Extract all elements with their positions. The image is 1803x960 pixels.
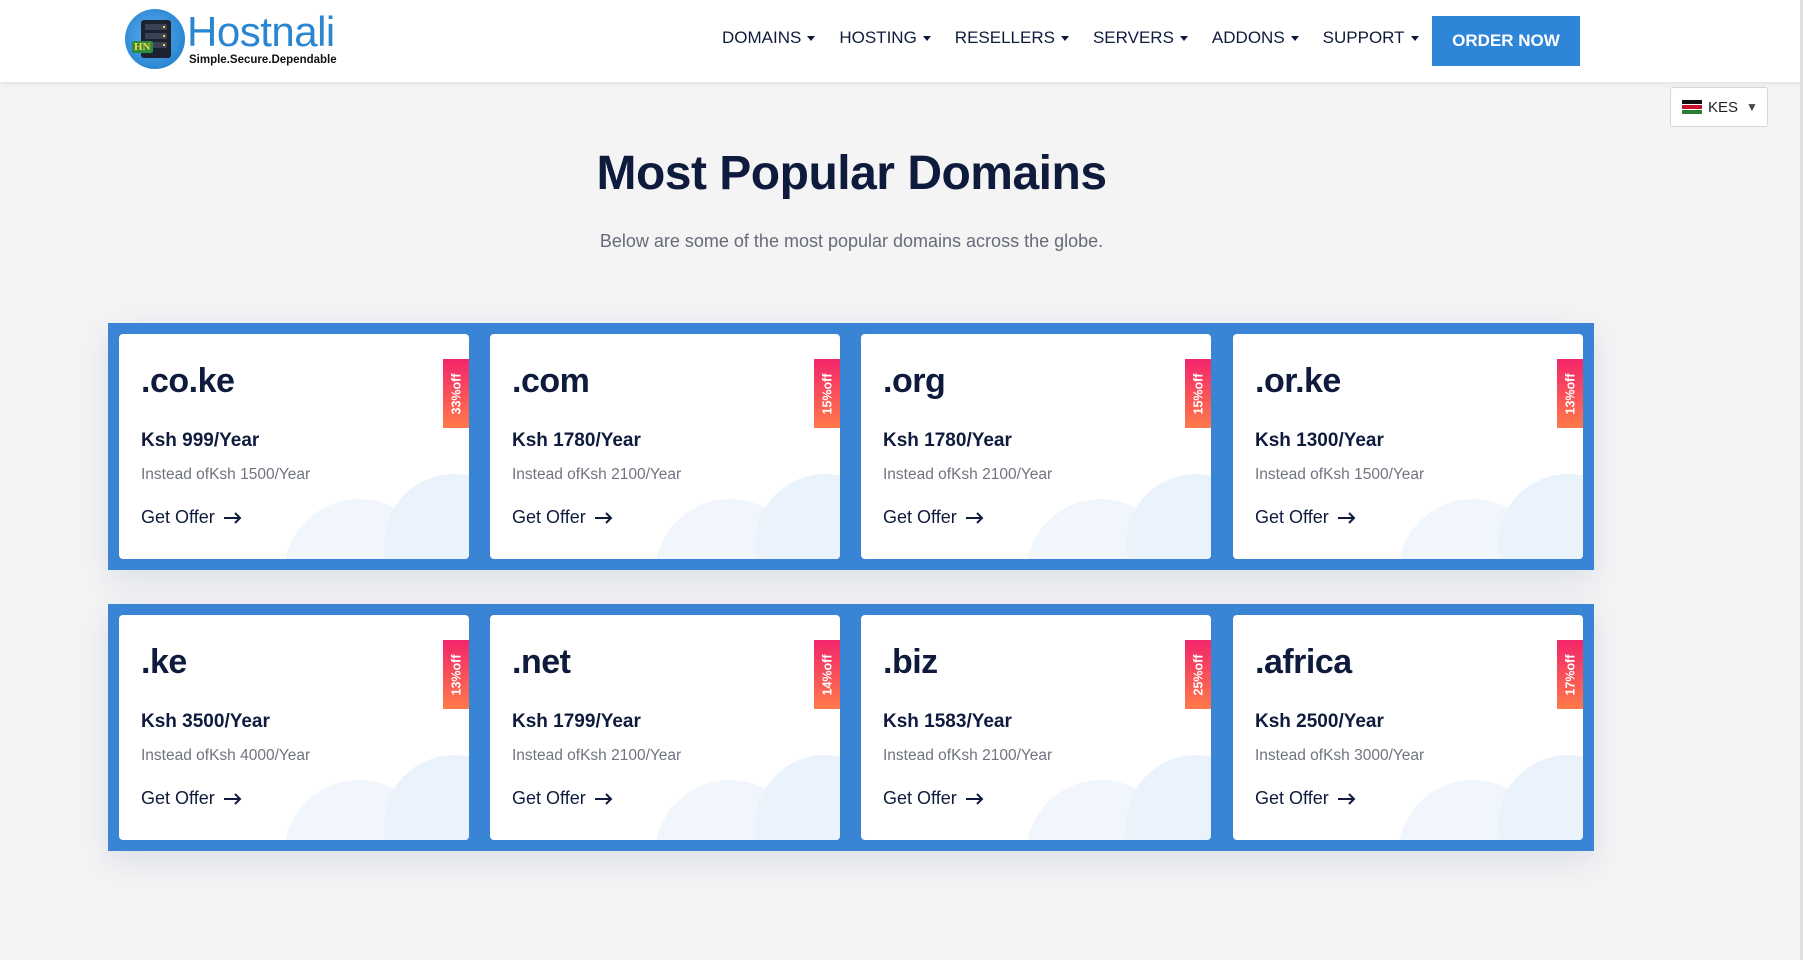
nav-label: SERVERS (1092, 28, 1174, 47)
arrow-right-icon (965, 511, 984, 524)
get-offer-label: Get Offer (512, 507, 586, 527)
domain-card: 33%off .co.ke Ksh 999/Year Instead ofKsh… (119, 334, 469, 559)
domain-card: 15%off .com Ksh 1780/Year Instead ofKsh … (490, 334, 840, 559)
domain-price: Ksh 999/Year (141, 430, 260, 451)
get-offer-label: Get Offer (883, 788, 957, 808)
domain-old-price: Instead ofKsh 2100/Year (512, 747, 682, 764)
discount-ribbon: 13%off (1557, 359, 1583, 428)
domain-tld: .net (512, 643, 571, 681)
main-nav: DOMAINS HOSTING RESELLERS SERVERS ADDONS… (722, 28, 1443, 48)
domain-old-price: Instead ofKsh 1500/Year (141, 466, 311, 483)
domain-old-price: Instead ofKsh 2100/Year (883, 466, 1053, 483)
domain-price: Ksh 1780/Year (512, 430, 641, 451)
caret-down-icon (807, 35, 816, 41)
domain-card: 14%off .net Ksh 1799/Year Instead ofKsh … (490, 615, 840, 840)
domain-card: 15%off .org Ksh 1780/Year Instead ofKsh … (861, 334, 1211, 559)
logo-name: Hostnali (187, 8, 335, 55)
discount-ribbon: 15%off (1185, 359, 1211, 428)
caret-down-icon (1290, 35, 1299, 41)
domain-card: 25%off .biz Ksh 1583/Year Instead ofKsh … (861, 615, 1211, 840)
get-offer-link[interactable]: Get Offer (1255, 788, 1357, 809)
get-offer-label: Get Offer (512, 788, 586, 808)
get-offer-link[interactable]: Get Offer (141, 788, 243, 809)
domain-tld: .com (512, 362, 590, 400)
nav-label: RESELLERS (954, 28, 1055, 47)
caret-down-icon (1410, 35, 1419, 41)
domain-tld: .co.ke (141, 362, 235, 400)
arrow-right-icon (223, 792, 242, 805)
nav-label: DOMAINS (722, 28, 802, 47)
domain-card: 13%off .or.ke Ksh 1300/Year Instead ofKs… (1233, 334, 1583, 559)
logo-badge: HN (132, 41, 153, 53)
caret-down-icon (922, 35, 931, 41)
domain-old-price: Instead ofKsh 2100/Year (512, 466, 682, 483)
domain-tld: .ke (141, 643, 187, 681)
domain-row: 33%off .co.ke Ksh 999/Year Instead ofKsh… (108, 323, 1594, 570)
kenya-flag-icon (1682, 100, 1702, 114)
arrow-right-icon (594, 511, 613, 524)
arrow-right-icon (1337, 792, 1356, 805)
domain-price: Ksh 1300/Year (1255, 430, 1384, 451)
nav-item-addons[interactable]: ADDONS (1212, 28, 1299, 48)
nav-label: HOSTING (839, 28, 917, 47)
discount-ribbon: 33%off (443, 359, 469, 428)
logo-tagline: Simple.Secure.Dependable (189, 54, 337, 66)
domain-tld: .africa (1255, 643, 1352, 681)
get-offer-label: Get Offer (883, 507, 957, 527)
domain-price: Ksh 1799/Year (512, 711, 641, 732)
get-offer-link[interactable]: Get Offer (883, 788, 985, 809)
domain-old-price: Instead ofKsh 4000/Year (141, 747, 311, 764)
get-offer-link[interactable]: Get Offer (883, 507, 985, 528)
order-now-button[interactable]: ORDER NOW (1432, 16, 1580, 66)
logo-server-icon: HN (125, 9, 185, 69)
domain-price: Ksh 2500/Year (1255, 711, 1384, 732)
domain-tld: .org (883, 362, 946, 400)
domain-tld: .biz (883, 643, 938, 681)
arrow-right-icon (223, 511, 242, 524)
discount-ribbon: 25%off (1185, 640, 1211, 709)
discount-ribbon: 15%off (814, 359, 840, 428)
nav-label: SUPPORT (1322, 28, 1405, 47)
nav-item-hosting[interactable]: HOSTING (839, 28, 931, 48)
domain-price: Ksh 1583/Year (883, 711, 1012, 732)
currency-selector[interactable]: KES ▼ (1670, 87, 1768, 127)
site-header: HN Hostnali Simple.Secure.Dependable DOM… (0, 0, 1803, 82)
get-offer-link[interactable]: Get Offer (512, 507, 614, 528)
domain-card: 17%off .africa Ksh 2500/Year Instead ofK… (1233, 615, 1583, 840)
domain-price: Ksh 1780/Year (883, 430, 1012, 451)
caret-down-icon (1060, 35, 1069, 41)
domain-old-price: Instead ofKsh 1500/Year (1255, 466, 1425, 483)
nav-label: ADDONS (1211, 28, 1285, 47)
nav-item-domains[interactable]: DOMAINS (722, 28, 816, 48)
nav-item-resellers[interactable]: RESELLERS (955, 28, 1069, 48)
domain-old-price: Instead ofKsh 2100/Year (883, 747, 1053, 764)
domain-tld: .or.ke (1255, 362, 1341, 400)
get-offer-link[interactable]: Get Offer (141, 507, 243, 528)
discount-ribbon: 13%off (443, 640, 469, 709)
get-offer-link[interactable]: Get Offer (1255, 507, 1357, 528)
arrow-right-icon (594, 792, 613, 805)
get-offer-label: Get Offer (141, 507, 215, 527)
arrow-right-icon (965, 792, 984, 805)
domain-price: Ksh 3500/Year (141, 711, 270, 732)
domain-row: 13%off .ke Ksh 3500/Year Instead ofKsh 4… (108, 604, 1594, 851)
page-subtitle: Below are some of the most popular domai… (599, 231, 1104, 251)
currency-code: KES (1708, 98, 1739, 116)
logo[interactable]: HN Hostnali Simple.Secure.Dependable (125, 7, 345, 69)
nav-item-support[interactable]: SUPPORT (1323, 28, 1419, 48)
domain-card: 13%off .ke Ksh 3500/Year Instead ofKsh 4… (119, 615, 469, 840)
discount-ribbon: 17%off (1557, 640, 1583, 709)
caret-down-icon (1179, 35, 1188, 41)
arrow-right-icon (1337, 511, 1356, 524)
get-offer-label: Get Offer (141, 788, 215, 808)
discount-ribbon: 14%off (814, 640, 840, 709)
get-offer-label: Get Offer (1255, 788, 1329, 808)
get-offer-link[interactable]: Get Offer (512, 788, 614, 809)
page-title: Most Popular Domains (596, 147, 1107, 200)
nav-item-servers[interactable]: SERVERS (1093, 28, 1188, 48)
dropdown-arrow-icon: ▼ (1746, 100, 1758, 114)
domain-old-price: Instead ofKsh 3000/Year (1255, 747, 1425, 764)
get-offer-label: Get Offer (1255, 507, 1329, 527)
